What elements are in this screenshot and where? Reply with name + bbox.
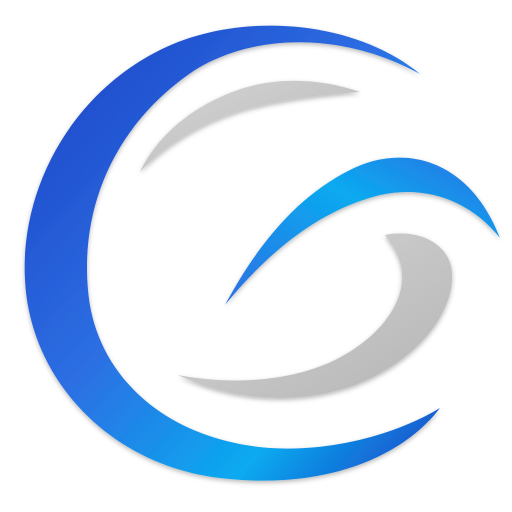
upper-gray-crescent bbox=[140, 80, 360, 172]
lower-gray-crescent bbox=[178, 233, 453, 398]
inner-blue-swoosh bbox=[225, 157, 500, 305]
swirl-logo-icon bbox=[24, 25, 500, 481]
logo-canvas bbox=[0, 0, 512, 512]
